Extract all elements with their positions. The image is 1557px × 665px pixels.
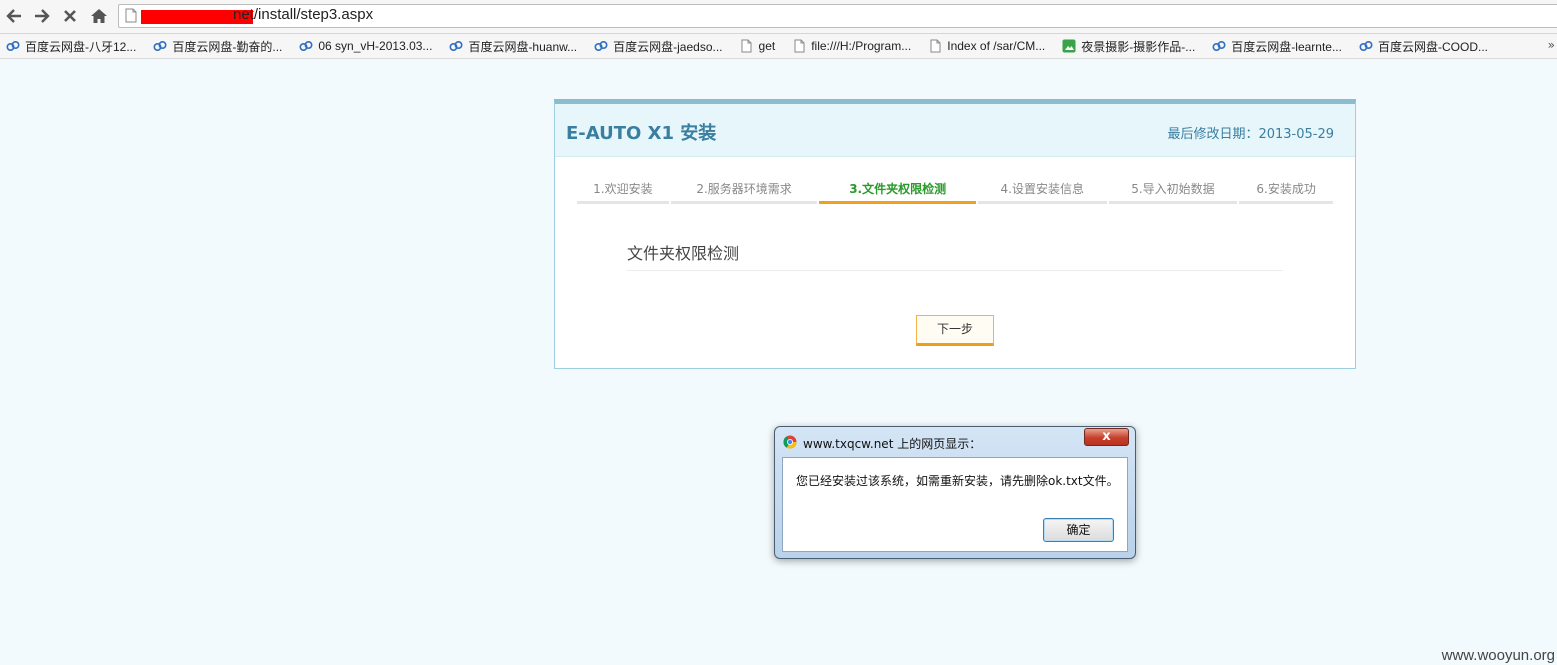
- dialog-title: www.txqcw.net 上的网页显示：: [803, 437, 982, 451]
- step-welcome: 1.欢迎安装: [577, 178, 669, 204]
- bookmark-label: 06 syn_vH-2013.03...: [318, 39, 433, 53]
- browser-toolbar: net/install/step3.aspx: [0, 0, 1557, 34]
- alert-dialog: www.txqcw.net 上的网页显示： x 您已经安装过该系统，如需重新安装…: [774, 426, 1136, 559]
- page-icon: [125, 8, 137, 27]
- last-modified-date: 最后修改日期：2013-05-29: [1167, 127, 1334, 142]
- step-install-success: 6.安装成功: [1239, 178, 1333, 204]
- baidu-cloud-icon: [1358, 38, 1374, 54]
- baidu-cloud-icon: [152, 38, 168, 54]
- page-icon: [791, 38, 807, 54]
- bookmark-label: get: [758, 39, 776, 53]
- bookmark-item[interactable]: 百度云网盘-learnte...: [1209, 35, 1344, 57]
- watermark: www.wooyun.org: [1441, 647, 1555, 664]
- baidu-cloud-icon: [298, 38, 314, 54]
- bookmark-item[interactable]: file:///H:/Program...: [789, 35, 913, 57]
- panel-header: E-AUTO X1 安装 最后修改日期：2013-05-29: [555, 104, 1355, 157]
- bookmark-item[interactable]: 06 syn_vH-2013.03...: [296, 35, 434, 57]
- dialog-titlebar[interactable]: www.txqcw.net 上的网页显示： x: [775, 427, 1135, 455]
- step-import-data: 5.导入初始数据: [1108, 178, 1238, 204]
- baidu-cloud-icon: [5, 38, 21, 54]
- bookmarks-overflow-icon[interactable]: »: [1548, 38, 1555, 52]
- bookmark-item[interactable]: Index of /sar/CM...: [925, 35, 1047, 57]
- bookmark-item[interactable]: 百度云网盘-huanw...: [446, 35, 579, 57]
- bookmark-item[interactable]: 百度云网盘-COOD...: [1356, 35, 1490, 57]
- bookmark-item[interactable]: 百度云网盘-jaedso...: [591, 35, 724, 57]
- bookmark-label: 百度云网盘-八牙12...: [25, 39, 137, 54]
- page-icon: [739, 38, 755, 54]
- address-url-text: net/install/step3.aspx: [233, 6, 374, 23]
- step-folder-permissions: 3.文件夹权限检测: [819, 178, 976, 204]
- section-title: 文件夹权限检测: [627, 244, 740, 263]
- bookmark-label: Index of /sar/CM...: [947, 39, 1046, 53]
- bookmark-label: file:///H:/Program...: [811, 39, 912, 53]
- bookmark-label: 百度云网盘-jaedso...: [613, 39, 723, 54]
- bookmark-label: 百度云网盘-learnte...: [1231, 39, 1342, 54]
- bookmark-item[interactable]: 夜景摄影-摄影作品-...: [1059, 35, 1197, 57]
- baidu-cloud-icon: [448, 38, 464, 54]
- back-arrow-icon[interactable]: [2, 4, 26, 28]
- step-install-settings: 4.设置安装信息: [977, 178, 1107, 204]
- install-steps: 1.欢迎安装 2.服务器环境需求 3.文件夹权限检测 4.设置安装信息 5.导入…: [577, 178, 1335, 204]
- baidu-cloud-icon: [593, 38, 609, 54]
- dialog-message: 您已经安装过该系统，如需重新安装，请先删除ok.txt文件。: [796, 474, 1119, 488]
- address-bar[interactable]: net/install/step3.aspx: [118, 4, 1557, 28]
- dialog-body: 您已经安装过该系统，如需重新安装，请先删除ok.txt文件。 确定: [782, 457, 1128, 552]
- install-panel: E-AUTO X1 安装 最后修改日期：2013-05-29 1.欢迎安装 2.…: [554, 99, 1356, 369]
- chrome-icon: [783, 434, 797, 453]
- bookmark-label: 百度云网盘-huanw...: [468, 39, 578, 54]
- photo-site-icon: [1061, 38, 1077, 54]
- baidu-cloud-icon: [1211, 38, 1227, 54]
- bookmark-item[interactable]: 百度云网盘-八牙12...: [3, 35, 138, 57]
- bookmark-item[interactable]: get: [737, 35, 778, 57]
- stop-icon[interactable]: [58, 4, 82, 28]
- close-icon: x: [1102, 429, 1111, 444]
- bookmark-item[interactable]: 百度云网盘-勤奋的...: [150, 35, 284, 57]
- next-step-button[interactable]: 下一步: [916, 315, 994, 346]
- bookmarks-bar: 百度云网盘-八牙12... 百度云网盘-勤奋的... 06 syn_vH-2013.…: [0, 34, 1557, 59]
- page-icon: [927, 38, 943, 54]
- bookmark-label: 百度云网盘-COOD...: [1377, 39, 1488, 54]
- bookmark-label: 百度云网盘-勤奋的...: [172, 39, 283, 54]
- step-server-requirements: 2.服务器环境需求: [670, 178, 818, 204]
- section-divider: [627, 270, 1283, 271]
- forward-arrow-icon[interactable]: [30, 4, 54, 28]
- close-button[interactable]: x: [1084, 428, 1129, 446]
- home-icon[interactable]: [87, 4, 111, 28]
- page-title: E-AUTO X1 安装: [566, 123, 717, 144]
- ok-button[interactable]: 确定: [1043, 518, 1114, 542]
- bookmark-label: 夜景摄影-摄影作品-...: [1081, 39, 1196, 54]
